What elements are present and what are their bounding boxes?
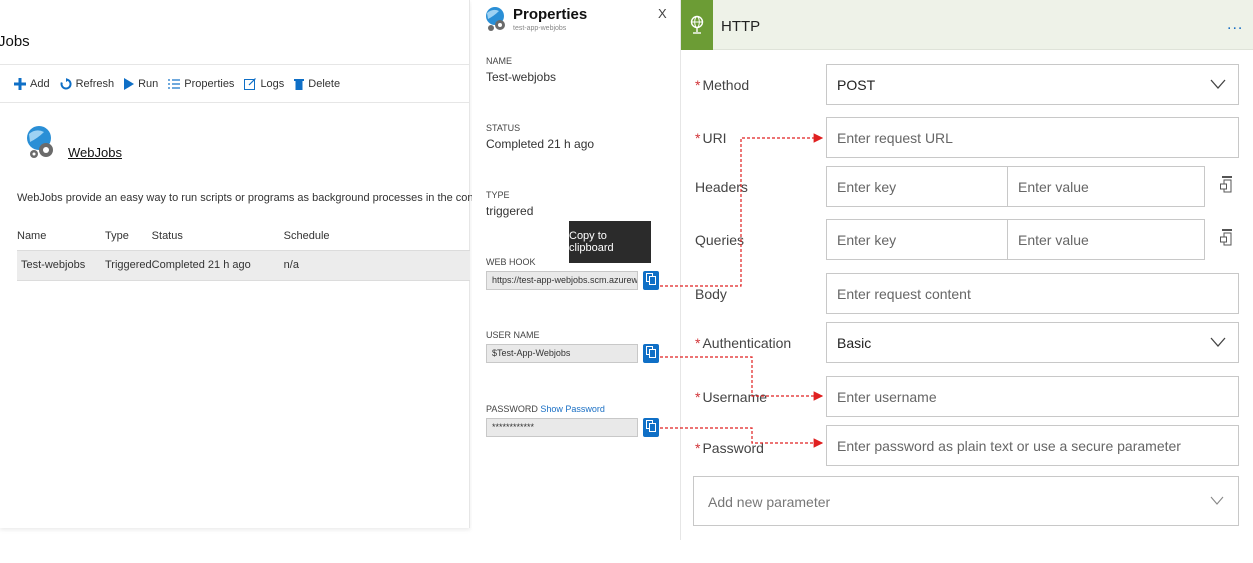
authentication-value: Basic [837,335,872,351]
play-icon [124,78,135,90]
cell-type: Triggered [105,249,152,281]
cell-schedule: n/a [283,249,470,281]
add-parameter-dropdown[interactable]: Add new parameter [693,476,1239,526]
password-input[interactable]: Enter password as plain text or use a se… [826,425,1239,466]
method-value: POST [837,77,876,93]
copy-tooltip: Copy to clipboard [569,221,651,263]
chevron-down-icon [1210,333,1226,352]
table-row[interactable]: Test-webjobs Triggered Completed 21 h ag… [17,249,470,281]
properties-button[interactable]: Properties [168,78,234,90]
headers-label: Headers [695,179,748,195]
http-title: HTTP [721,18,761,35]
delete-query-icon[interactable] [1220,228,1234,251]
delete-button[interactable]: Delete [294,78,340,90]
run-button[interactable]: Run [124,78,158,90]
webjobs-table: Name Type Status Schedule Test-webjobs T… [17,222,470,281]
refresh-button[interactable]: Refresh [60,78,115,90]
queries-label: Queries [695,232,745,248]
refresh-icon [60,78,72,90]
http-action-card: HTTP ... * Method POST * URI Enter request… [680,0,1253,540]
query-value-input[interactable]: Enter value [1007,219,1205,260]
header-key-input[interactable]: Enter key [826,166,1008,207]
header-value-input[interactable]: Enter value [1007,166,1205,207]
column-header-type[interactable]: Type [105,222,152,250]
logs-button[interactable]: Logs [244,78,284,90]
properties-label: Properties [184,78,235,90]
password-label: * Password [695,440,764,456]
method-dropdown[interactable]: POST [826,64,1239,105]
copy-icon [646,419,656,437]
webhook-label: WEB HOOK [486,257,536,267]
plus-icon [14,78,26,90]
name-label: NAME [486,56,513,66]
external-link-icon [244,78,257,90]
properties-blade: Properties test-app-webjobs X NAME Test-… [472,0,680,528]
password-label-row: PASSWORD Show Password [486,404,605,414]
password-field[interactable]: ************ [486,418,638,437]
logs-label: Logs [260,78,285,90]
globe-icon [681,0,713,50]
uri-label: * URI [695,130,727,146]
column-header-name[interactable]: Name [17,222,105,250]
query-key-input[interactable]: Enter key [826,219,1008,260]
uri-input[interactable]: Enter request URL [826,117,1239,158]
body-label: Body [695,286,727,302]
copy-icon [646,345,656,363]
password-label: PASSWORD [486,404,538,414]
cell-name: Test-webjobs [17,249,105,281]
add-label: Add [30,78,50,90]
refresh-label: Refresh [75,78,115,90]
username-label: * Username [695,389,768,405]
show-password-link[interactable]: Show Password [540,404,605,414]
divider [0,102,470,103]
authentication-dropdown[interactable]: Basic [826,322,1239,363]
add-button[interactable]: Add [14,78,50,90]
http-header[interactable]: HTTP ... [681,0,1253,50]
list-icon [168,78,181,90]
toolbar: Add Refresh Run Properties Logs Delete [14,78,350,90]
delete-header-icon[interactable] [1220,175,1234,198]
webjobs-logo-icon [24,124,60,165]
webjobs-heading: WebJobs [68,145,122,160]
webhook-field[interactable]: https://test-app-webjobs.scm.azureweb... [486,271,638,290]
run-label: Run [138,78,159,90]
webjobs-blade: Jobs Add Refresh Run Properties Logs Del… [0,0,552,528]
name-value: Test-webjobs [486,70,557,84]
column-header-schedule[interactable]: Schedule [284,222,470,250]
more-options-button[interactable]: ... [1227,16,1243,34]
type-label: TYPE [486,190,510,200]
username-input[interactable]: Enter username [826,376,1239,417]
body-input[interactable]: Enter request content [826,273,1239,314]
copy-icon [646,272,656,290]
webjobs-icon [484,6,508,37]
chevron-down-icon [1210,493,1224,510]
chevron-down-icon [1210,75,1226,94]
table-header-row: Name Type Status Schedule [17,222,470,250]
column-header-status[interactable]: Status [152,222,284,250]
status-value: Completed 21 h ago [486,137,595,151]
username-label: USER NAME [486,330,540,340]
close-button[interactable]: X [658,6,667,21]
method-label: * Method [695,77,750,93]
copy-username-button[interactable] [643,344,659,363]
properties-title: Properties [513,6,588,23]
username-field[interactable]: $Test-App-Webjobs [486,344,638,363]
properties-subtitle: test-app-webjobs [513,25,567,32]
add-parameter-label: Add new parameter [708,494,831,510]
divider [0,64,470,65]
status-label: STATUS [486,123,521,133]
delete-label: Delete [308,78,341,90]
blade-title: Jobs [0,33,30,50]
authentication-label: * Authentication [695,335,792,351]
type-value: triggered [486,204,534,218]
trash-icon [294,78,305,90]
cell-status: Completed 21 h ago [151,249,284,281]
copy-password-button[interactable] [643,418,659,437]
copy-webhook-button[interactable] [643,271,659,290]
